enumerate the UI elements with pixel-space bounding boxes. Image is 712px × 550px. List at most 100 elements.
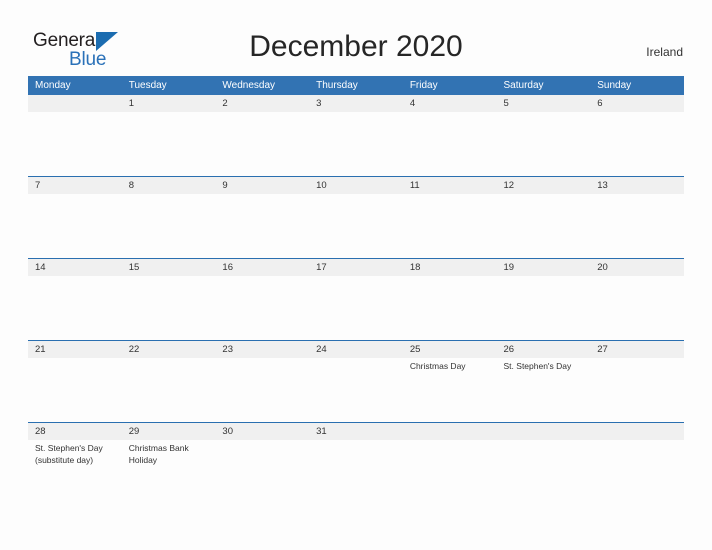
- day-number: 12: [503, 180, 515, 191]
- calendar-day-cell[interactable]: 27: [590, 341, 684, 422]
- day-number: 17: [316, 262, 327, 273]
- calendar-day-cell[interactable]: 24: [309, 341, 403, 422]
- calendar-day-cell[interactable]: 12: [497, 177, 591, 258]
- day-number: 25: [409, 344, 421, 355]
- day-number: 26: [503, 344, 515, 355]
- calendar-day-cell[interactable]: 30: [215, 423, 309, 504]
- day-number: 16: [222, 262, 233, 273]
- day-number: 24: [316, 344, 327, 355]
- calendar-day-cell[interactable]: 8: [122, 177, 216, 258]
- weekday-wednesday: Wednesday: [222, 80, 276, 91]
- day-number: 8: [128, 180, 134, 191]
- calendar-week-row: 28 St. Stephen's Day (substitute day) 29 Chr…: [28, 422, 684, 504]
- week-days: 14 15 16 17 18 19 20: [28, 259, 684, 340]
- day-number: 7: [35, 180, 41, 191]
- day-number: 18: [409, 262, 421, 273]
- day-event-text: Christmas Day: [409, 361, 466, 371]
- day-event-list: Christmas Day: [410, 361, 491, 373]
- calendar-day-cell[interactable]: 4: [403, 95, 497, 176]
- calendar-day-cell[interactable]: 21: [28, 341, 122, 422]
- calendar-day-cell[interactable]: 17: [309, 259, 403, 340]
- page-header: General Blue December 2020 Ireland: [0, 0, 712, 76]
- weekday-friday: Friday: [409, 80, 438, 91]
- calendar-day-cell[interactable]: 29 Christmas Bank Holiday: [122, 423, 216, 504]
- day-number: 2: [222, 98, 228, 109]
- week-days: 1 2 3 4 5 6: [28, 95, 684, 176]
- calendar-day-cell[interactable]: 28 St. Stephen's Day (substitute day): [28, 423, 122, 504]
- day-number: 20: [597, 262, 608, 273]
- calendar-week-row: 14 15 16 17 18 19 20: [28, 258, 684, 340]
- day-event-text: St. Stephen's Day: [35, 443, 103, 453]
- calendar-day-cell[interactable]: 3: [309, 95, 403, 176]
- calendar-day-cell[interactable]: 31: [309, 423, 403, 504]
- calendar-day-cell[interactable]: 19: [497, 259, 591, 340]
- calendar-weeks: 1 2 3 4 5 6 7 8 9 10 11 12 13 14 15 16 17 18 19 20 21 22 23 24 2…: [28, 95, 684, 504]
- day-event-text: Christmas Bank: [128, 443, 189, 453]
- calendar-day-cell[interactable]: 26 St. Stephen's Day: [497, 341, 591, 422]
- country-label: Ireland: [646, 45, 683, 59]
- day-number: 11: [409, 180, 420, 191]
- day-number: 29: [128, 426, 140, 437]
- day-number: 14: [35, 262, 46, 273]
- day-number: 9: [222, 180, 228, 191]
- day-number: 19: [503, 262, 515, 273]
- day-event-list: St. Stephen's Day (substitute day): [35, 443, 116, 466]
- week-days: 21 22 23 24 25 Christmas Day 26 St. Stephen's D…: [28, 341, 684, 422]
- calendar-day-cell[interactable]: 1: [122, 95, 216, 176]
- calendar-day-cell[interactable]: 11: [403, 177, 497, 258]
- calendar-day-cell[interactable]: 25 Christmas Day: [403, 341, 497, 422]
- day-number: 10: [316, 180, 327, 191]
- day-number: 4: [409, 98, 416, 109]
- calendar-day-cell[interactable]: 5: [497, 95, 591, 176]
- calendar-day-cell[interactable]: 18: [403, 259, 497, 340]
- day-number: 5: [503, 98, 509, 109]
- calendar-day-cell[interactable]: 9: [215, 177, 309, 258]
- weekday-monday: Monday: [35, 80, 71, 91]
- weekday-saturday: Saturday: [503, 80, 544, 91]
- day-number: 28: [35, 426, 46, 437]
- day-number: 1: [128, 98, 134, 109]
- day-number: 22: [128, 344, 140, 355]
- weekday-header-row: Monday Tuesday Wednesday Thursday Friday…: [28, 76, 684, 95]
- page-title: December 2020: [249, 30, 463, 63]
- day-number: [504, 423, 585, 440]
- day-number: 21: [35, 344, 46, 355]
- week-days: 28 St. Stephen's Day (substitute day) 29 Chr…: [28, 423, 684, 504]
- calendar-grid: Monday Tuesday Wednesday Thursday Friday…: [28, 76, 684, 504]
- calendar-week-row: 21 22 23 24 25 Christmas Day 26 St. Stephen's D…: [28, 340, 684, 422]
- day-number: 31: [316, 426, 327, 437]
- calendar-day-cell[interactable]: 6: [590, 95, 684, 176]
- day-number: [35, 95, 116, 112]
- day-event-text: Holiday: [128, 454, 158, 465]
- day-number: 23: [222, 344, 233, 355]
- calendar-day-cell[interactable]: 16: [215, 259, 309, 340]
- day-event-list: Christmas Bank Holiday: [129, 443, 210, 466]
- calendar-day-cell[interactable]: 7: [28, 177, 122, 258]
- calendar-day-cell[interactable]: 13: [590, 177, 684, 258]
- day-number: 15: [128, 262, 140, 273]
- calendar-day-cell[interactable]: 15: [122, 259, 216, 340]
- weekday-thursday: Thursday: [316, 80, 358, 91]
- calendar-day-cell[interactable]: 20: [590, 259, 684, 340]
- calendar-day-cell[interactable]: 2: [215, 95, 309, 176]
- calendar-day-cell[interactable]: 23: [215, 341, 309, 422]
- calendar-day-cell-empty: [28, 95, 122, 176]
- calendar-day-cell[interactable]: 14: [28, 259, 122, 340]
- calendar-day-cell-empty: [403, 423, 497, 504]
- day-number: [597, 423, 678, 440]
- day-number: 3: [316, 98, 322, 109]
- week-days: 7 8 9 10 11 12 13: [28, 177, 684, 258]
- day-number: 30: [222, 426, 233, 437]
- calendar-day-cell[interactable]: 22: [122, 341, 216, 422]
- day-number: 13: [597, 180, 608, 191]
- day-event-text: St. Stephen's Day: [503, 361, 572, 371]
- calendar-day-cell-empty: [497, 423, 591, 504]
- day-event-list: St. Stephen's Day: [504, 361, 585, 373]
- calendar-day-cell-empty: [590, 423, 684, 504]
- calendar-week-row: 1 2 3 4 5 6: [28, 95, 684, 176]
- calendar-week-row: 7 8 9 10 11 12 13: [28, 176, 684, 258]
- calendar-page: General Blue December 2020 Ireland Monda…: [0, 0, 712, 550]
- weekday-sunday: Sunday: [597, 80, 632, 91]
- calendar-day-cell[interactable]: 10: [309, 177, 403, 258]
- day-number: [410, 423, 491, 440]
